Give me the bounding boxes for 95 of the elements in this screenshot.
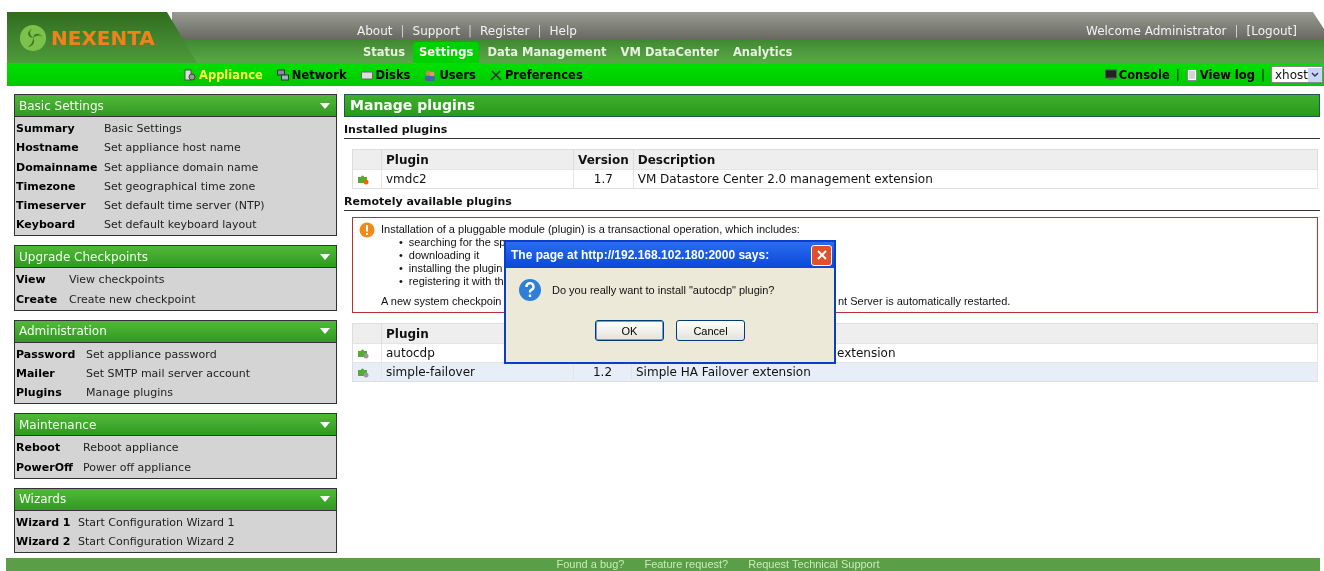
sidebar-description: Reboot appliance [83,440,180,457]
dropdown-caret-icon [1308,67,1322,82]
sidebar-description: Set default time server (NTP) [104,198,266,215]
separator-text: | [537,23,542,39]
sidebar-description: Manage plugins [86,385,174,402]
bullet-marker: • [399,275,403,288]
separator-text: | [1260,67,1265,82]
bullet-marker: • [399,262,403,275]
sidebar-description: Set appliance domain name [104,159,260,176]
puzzle-icon [357,173,369,185]
sidebar-link[interactable]: Timezone [16,177,104,195]
sidebar-link[interactable]: Create [16,290,69,308]
bullet-marker: • [399,249,403,262]
table-cell: extension [837,346,896,360]
notice-text: A new system checkpoin [381,294,502,308]
network-icon [276,68,289,81]
collapse-triangle-icon [320,254,330,260]
sidebar-link[interactable]: Domainname [16,158,104,176]
sub-tab[interactable]: Users [424,67,476,82]
warning-icon [359,222,375,238]
view-log-link[interactable]: View log [1185,67,1255,82]
cancel-button[interactable]: Cancel [676,320,745,341]
sidebar-link[interactable]: Keyboard [16,216,104,234]
collapse-triangle-icon [320,102,330,109]
table-cell: 1.2 [592,365,613,379]
users-icon [424,68,437,81]
separator-text: | [1175,67,1180,82]
user-link[interactable]: [Logout] [1246,23,1297,39]
sidebar-link[interactable]: Hostname [16,139,104,157]
sidebar-link[interactable]: Mailer [16,365,86,383]
section-heading: Installed plugins [344,123,1320,139]
sidebar-link[interactable]: Password [16,345,86,363]
notice-text: nt Server is automatically restarted. [838,294,1012,308]
sidebar-link[interactable]: Timeserver [16,197,104,215]
bullet-item: downloading it [408,249,480,262]
bullet-item: installing the plugin [408,262,503,275]
puzzle-icon [357,347,369,359]
close-icon [815,249,828,261]
table-cell: 1.7 [573,169,634,189]
section-heading: Remotely available plugins [344,195,1320,211]
monitor-icon [1104,68,1117,81]
sidebar-description: Set appliance host name [104,140,242,157]
collapse-triangle-icon [320,421,330,428]
sub-tab[interactable]: Network [276,67,347,82]
separator-text: | [467,23,472,39]
host-select[interactable]: xhost [1271,66,1323,83]
sidebar-description: Start Configuration Wizard 2 [78,533,236,550]
column-header: Description [633,149,1318,170]
top-link[interactable]: About [357,23,393,39]
user-link[interactable]: Welcome Administrator [1086,23,1227,39]
plugin-link[interactable]: autocdp [386,346,435,360]
column-header: Plugin [381,149,574,170]
sidebar-description: Start Configuration Wizard 1 [78,514,236,531]
ok-button[interactable]: OK [595,320,664,341]
sidebar-description: Set appliance password [86,346,218,363]
sidebar-description: Set SMTP mail server account [86,366,252,383]
sidebar-description: Create new checkpoint [69,291,197,308]
puzzle-icon [357,366,369,378]
notice-text: Installation of a pluggable module (plugin) is a transactional operation, which includes: [381,222,801,236]
sidebar-description: Basic Settings [104,121,183,137]
logo-icon [19,23,47,52]
sidebar-link[interactable]: Wizard 2 [16,532,78,550]
table-cell: vmdc2 [381,169,574,189]
sidebar-link[interactable]: Plugins [16,384,86,402]
sidebar-link[interactable]: PowerOff [16,458,83,476]
separator-text: | [1234,23,1239,39]
document-icon [1185,68,1198,81]
table-cell: VM Datastore Center 2.0 management extension [633,169,1318,189]
dialog-title: The page at http://192.168.102.180:2000 says: [511,248,770,262]
collapse-triangle-icon [320,496,330,503]
sidebar-link[interactable]: View [16,271,69,289]
console-link[interactable]: Console [1104,67,1170,82]
question-icon [518,278,542,302]
table-cell: Simple HA Failover extension [636,365,811,379]
sidebar-description: Set geographical time zone [104,178,257,195]
sidebar-description: Set default keyboard layout [104,217,258,234]
sidebar-link[interactable]: Summary [16,120,104,137]
close-button[interactable] [811,244,832,266]
sidebar-description: Power off appliance [83,459,192,476]
sub-tab[interactable]: Disks [360,67,411,82]
bullet-item: registering it with th [408,275,504,288]
dialog-message: Do you really want to install "autocdp" plugin? [552,284,775,296]
logo-text: NEXENTA [51,25,155,50]
sub-tab[interactable]: Preferences [489,67,583,82]
collapse-triangle-icon [320,328,330,335]
sidebar-description: View checkpoints [69,272,166,289]
column-header: Version [573,149,634,170]
separator-text: | [400,23,405,39]
top-link[interactable]: Register [480,23,530,39]
sidebar-link[interactable]: Wizard 1 [16,513,78,531]
top-link[interactable]: Help [549,23,577,39]
bullet-marker: • [399,236,403,249]
top-link[interactable]: Support [412,23,460,39]
sidebar-link[interactable]: Reboot [16,439,83,457]
page-title: Manage plugins [344,94,1320,117]
